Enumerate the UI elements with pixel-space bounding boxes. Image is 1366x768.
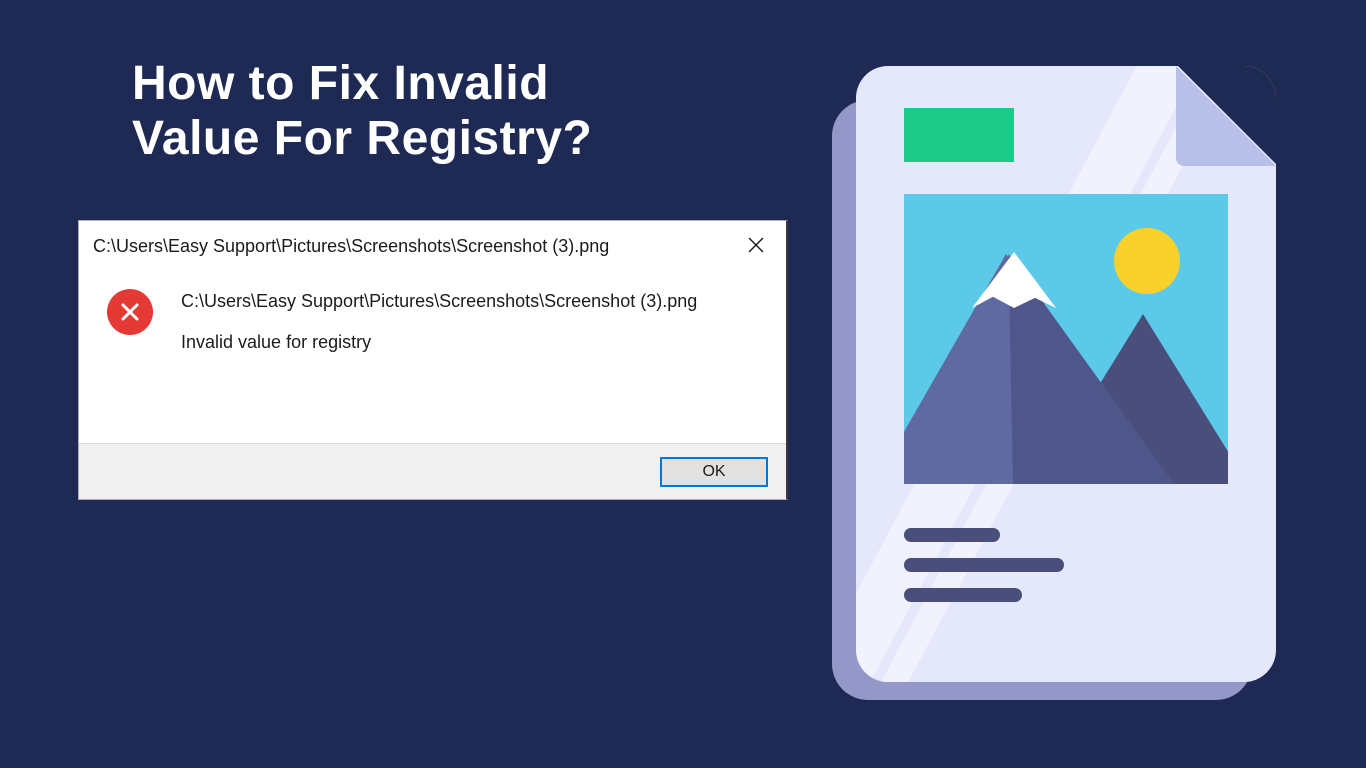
placeholder-line bbox=[904, 558, 1064, 572]
error-icon bbox=[107, 289, 153, 335]
dialog-title: C:\Users\Easy Support\Pictures\Screensho… bbox=[93, 236, 609, 257]
close-icon bbox=[748, 237, 764, 256]
photo-thumbnail bbox=[904, 194, 1228, 484]
error-dialog: C:\Users\Easy Support\Pictures\Screensho… bbox=[78, 220, 788, 500]
dialog-titlebar: C:\Users\Easy Support\Pictures\Screensho… bbox=[79, 221, 786, 269]
green-tag bbox=[904, 108, 1014, 162]
dialog-footer: OK bbox=[79, 443, 786, 499]
file-front bbox=[856, 66, 1276, 682]
close-button[interactable] bbox=[734, 231, 778, 261]
ok-button[interactable]: OK bbox=[660, 457, 768, 487]
placeholder-line bbox=[904, 588, 1022, 602]
sun-icon bbox=[1114, 228, 1180, 294]
dialog-path-text: C:\Users\Easy Support\Pictures\Screensho… bbox=[181, 291, 697, 312]
dialog-error-text: Invalid value for registry bbox=[181, 332, 697, 353]
page-title: How to Fix Invalid Value For Registry? bbox=[132, 56, 592, 166]
image-file-illustration bbox=[856, 66, 1276, 706]
dialog-body: C:\Users\Easy Support\Pictures\Screensho… bbox=[79, 269, 786, 363]
title-line-2: Value For Registry? bbox=[132, 112, 592, 165]
placeholder-line bbox=[904, 528, 1000, 542]
title-line-1: How to Fix Invalid bbox=[132, 57, 549, 110]
dialog-text-block: C:\Users\Easy Support\Pictures\Screensho… bbox=[181, 285, 697, 353]
